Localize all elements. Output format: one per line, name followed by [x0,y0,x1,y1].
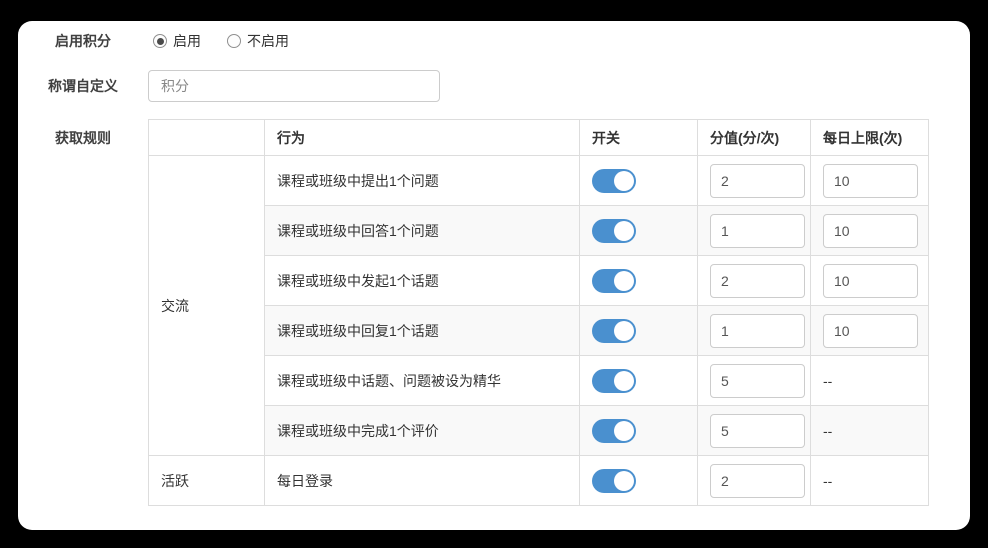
daily-limit-cell: -- [811,456,929,506]
score-input[interactable] [710,164,805,198]
radio-disable-label: 不启用 [247,31,289,51]
header-group [149,120,265,156]
toggle-knob [614,371,634,391]
rules-row: 获取规则 行为 开关 分值(分/次) 每日上限(次) [18,119,970,506]
behavior-cell: 课程或班级中话题、问题被设为精华 [265,356,580,406]
rules-label: 获取规则 [18,119,148,148]
title-custom-label: 称谓自定义 [18,76,148,96]
score-cell [698,156,811,206]
radio-option-disable[interactable]: 不启用 [227,31,289,51]
radio-option-enable[interactable]: 启用 [153,31,201,51]
daily-limit-input[interactable] [823,164,918,198]
toggle-switch[interactable] [592,219,636,243]
header-daily-limit: 每日上限(次) [811,120,929,156]
toggle-switch[interactable] [592,269,636,293]
switch-cell [580,256,698,306]
score-input[interactable] [710,414,805,448]
toggle-knob [614,171,634,191]
score-input[interactable] [710,214,805,248]
switch-cell [580,356,698,406]
behavior-cell: 课程或班级中发起1个话题 [265,256,580,306]
daily-limit-input[interactable] [823,314,918,348]
score-cell [698,356,811,406]
table-row: 交流 课程或班级中提出1个问题 [149,156,929,206]
daily-limit-text: -- [823,473,832,489]
title-custom-row: 称谓自定义 [18,70,970,102]
daily-limit-cell: -- [811,356,929,406]
behavior-cell: 课程或班级中回答1个问题 [265,206,580,256]
behavior-cell: 课程或班级中提出1个问题 [265,156,580,206]
toggle-switch[interactable] [592,419,636,443]
enable-points-row: 启用积分 启用 不启用 [18,31,970,51]
score-input[interactable] [710,464,805,498]
toggle-switch[interactable] [592,319,636,343]
title-custom-input[interactable] [148,70,440,102]
switch-cell [580,206,698,256]
daily-limit-input[interactable] [823,264,918,298]
daily-limit-cell [811,256,929,306]
daily-limit-cell [811,306,929,356]
radio-enable-icon[interactable] [153,34,167,48]
table-row: 课程或班级中话题、问题被设为精华 -- [149,356,929,406]
daily-limit-cell [811,156,929,206]
behavior-cell: 课程或班级中完成1个评价 [265,406,580,456]
table-row: 课程或班级中完成1个评价 -- [149,406,929,456]
radio-enable-label: 启用 [173,31,201,51]
toggle-switch[interactable] [592,169,636,193]
score-input[interactable] [710,364,805,398]
header-behavior: 行为 [265,120,580,156]
enable-points-radio-group: 启用 不启用 [153,31,315,51]
score-cell [698,306,811,356]
score-cell [698,406,811,456]
toggle-knob [614,471,634,491]
daily-limit-cell [811,206,929,256]
behavior-cell: 课程或班级中回复1个话题 [265,306,580,356]
table-header-row: 行为 开关 分值(分/次) 每日上限(次) [149,120,929,156]
table-row: 课程或班级中发起1个话题 [149,256,929,306]
switch-cell [580,456,698,506]
toggle-switch[interactable] [592,369,636,393]
table-row: 课程或班级中回复1个话题 [149,306,929,356]
enable-points-label: 启用积分 [18,31,148,51]
header-switch: 开关 [580,120,698,156]
behavior-cell: 每日登录 [265,456,580,506]
daily-limit-input[interactable] [823,214,918,248]
header-score: 分值(分/次) [698,120,811,156]
score-cell [698,456,811,506]
switch-cell [580,306,698,356]
daily-limit-text: -- [823,373,832,389]
toggle-knob [614,321,634,341]
score-input[interactable] [710,314,805,348]
toggle-switch[interactable] [592,469,636,493]
score-cell [698,206,811,256]
switch-cell [580,406,698,456]
radio-disable-icon[interactable] [227,34,241,48]
switch-cell [580,156,698,206]
daily-limit-cell: -- [811,406,929,456]
toggle-knob [614,271,634,291]
settings-panel: 启用积分 启用 不启用 称谓自定义 获取规则 [18,21,970,530]
table-row: 课程或班级中回答1个问题 [149,206,929,256]
daily-limit-text: -- [823,423,832,439]
score-input[interactable] [710,264,805,298]
toggle-knob [614,421,634,441]
group-cell-active: 活跃 [149,456,265,506]
points-settings-page: { "colors": { "toggle_on": "#4a90cf", "r… [0,0,988,548]
table-row: 活跃 每日登录 -- [149,456,929,506]
rules-table: 行为 开关 分值(分/次) 每日上限(次) 交流 课程或班级中提出1个问题 [148,119,929,506]
score-cell [698,256,811,306]
group-cell-communication: 交流 [149,156,265,456]
toggle-knob [614,221,634,241]
